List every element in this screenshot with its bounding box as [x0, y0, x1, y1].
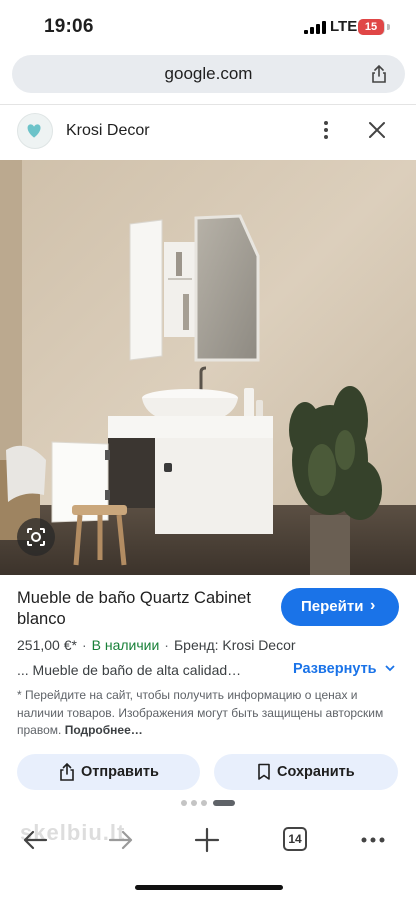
- more-vert-icon[interactable]: [316, 119, 336, 143]
- tabs-icon[interactable]: 14: [283, 827, 307, 851]
- save-button-label: Сохранить: [277, 764, 355, 780]
- separator-dot: ·: [81, 637, 87, 653]
- product-description: ... Mueble de baño de alta calidad…: [17, 662, 242, 678]
- url-text[interactable]: google.com: [12, 64, 405, 84]
- stock-status: В наличии: [91, 637, 160, 653]
- status-time: 19:06: [44, 16, 94, 37]
- disclaimer: * Перейдите на сайт, чтобы получить инфо…: [17, 687, 397, 740]
- site-logo[interactable]: [17, 113, 53, 149]
- battery-level: 15: [358, 19, 384, 35]
- expand-label: Развернуть: [293, 661, 377, 677]
- heart-logo-icon: [27, 124, 41, 138]
- product-brand: Бренд: Krosi Decor: [173, 637, 296, 653]
- network-label: LTE: [330, 18, 358, 35]
- go-button-label: Перейти: [301, 598, 364, 615]
- chevron-down-icon: [384, 665, 395, 672]
- battery-icon: 15: [358, 19, 385, 35]
- send-button[interactable]: Отправить: [17, 754, 200, 790]
- chevron-right-icon: ›: [370, 597, 376, 614]
- bookmark-icon: [258, 763, 270, 780]
- lens-icon[interactable]: [17, 518, 55, 556]
- forward-icon[interactable]: [106, 825, 136, 855]
- separator-dot: ·: [164, 637, 169, 653]
- product-price: 251,00 €*: [17, 637, 77, 653]
- signal-icon: [304, 21, 326, 34]
- product-title: Mueble de baño Quartz Cabinet blanco: [17, 589, 251, 628]
- save-button[interactable]: Сохранить: [214, 754, 398, 790]
- expand-button[interactable]: Развернуть: [293, 661, 396, 677]
- product-image[interactable]: [0, 160, 416, 575]
- battery-tip: [387, 24, 390, 30]
- plus-icon[interactable]: [192, 825, 222, 855]
- close-icon[interactable]: [366, 119, 388, 141]
- lens-glyph: [27, 528, 45, 546]
- share-icon[interactable]: [369, 64, 389, 84]
- back-icon[interactable]: [20, 825, 50, 855]
- bottom-toolbar: skelbiu.lt 14: [0, 810, 416, 872]
- product-photo: [0, 160, 416, 575]
- site-name[interactable]: Krosi Decor: [66, 122, 150, 140]
- page-indicator: [181, 800, 241, 806]
- url-bar[interactable]: google.com: [12, 55, 405, 93]
- home-indicator: [135, 885, 283, 890]
- more-link[interactable]: Подробнее…: [65, 723, 143, 737]
- share-icon: [60, 763, 74, 781]
- product-meta: 251,00 €* · В наличии · Бренд: Krosi Decor: [17, 637, 296, 653]
- more-horiz-icon[interactable]: [358, 825, 388, 855]
- send-button-label: Отправить: [81, 764, 159, 780]
- site-header: Krosi Decor: [0, 105, 416, 160]
- go-button[interactable]: Перейти ›: [281, 588, 399, 626]
- status-bar: 19:06 LTE 15: [0, 0, 416, 52]
